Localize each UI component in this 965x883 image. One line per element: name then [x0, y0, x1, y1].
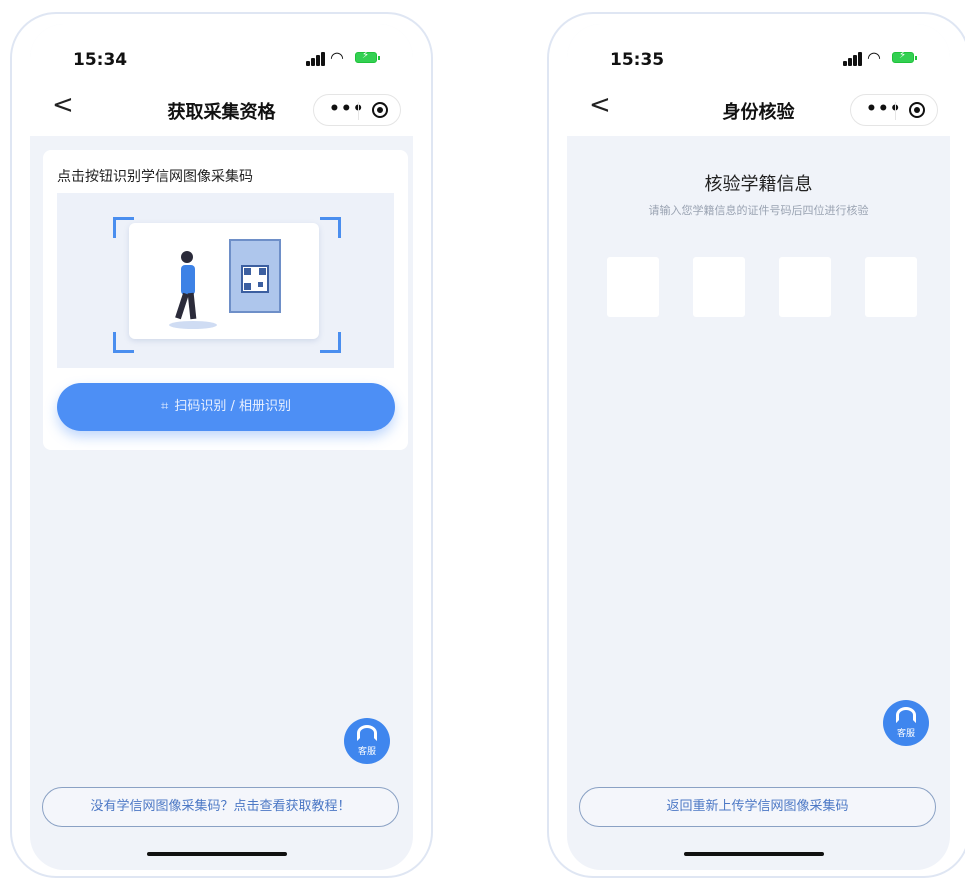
person-shadow	[169, 321, 217, 329]
scan-illustration	[57, 193, 394, 368]
scan-frame-corner	[320, 332, 341, 353]
close-miniprogram-icon[interactable]	[909, 102, 925, 118]
customer-service-label: 客服	[357, 747, 376, 757]
scan-icon: ⌗	[161, 399, 169, 414]
headset-icon	[896, 707, 916, 723]
capsule-divider	[358, 102, 359, 120]
person-leg	[187, 292, 197, 320]
status-bar: 15:34 ◠ ⚡	[30, 24, 413, 80]
screen-get-qualification: 15:34 ◠ ⚡ < 获取采集资格 ••• 点击按钮识别学信网图像采集码 ⌗ …	[30, 24, 413, 870]
screen-identity-verification: 15:35 ◠ ⚡ < 身份核验 ••• 核验学籍信息 请输入您学籍信息的证件号…	[567, 24, 950, 870]
scan-frame-corner	[320, 217, 341, 238]
scan-frame-corner	[113, 217, 134, 238]
headset-icon	[357, 725, 377, 741]
person-leg	[175, 292, 189, 320]
battery-icon: ⚡	[355, 50, 380, 63]
tutorial-link-button[interactable]: 没有学信网图像采集码？点击查看获取教程！	[42, 787, 399, 827]
signal-icon	[843, 52, 863, 66]
illustration-card	[129, 223, 319, 339]
card-title: 点击按钮识别学信网图像采集码	[57, 169, 253, 185]
mini-program-capsule: •••	[313, 94, 401, 126]
code-input-box[interactable]	[607, 257, 659, 317]
signal-icon	[306, 52, 326, 66]
home-indicator	[684, 852, 824, 856]
verify-title: 核验学籍信息	[704, 174, 813, 195]
more-icon[interactable]: •••	[866, 99, 902, 119]
scan-frame-corner	[113, 332, 134, 353]
battery-icon: ⚡	[892, 50, 917, 63]
status-time: 15:35	[610, 50, 665, 70]
phone-frame-right: 15:35 ◠ ⚡ < 身份核验 ••• 核验学籍信息 请输入您学籍信息的证件号…	[547, 12, 965, 878]
nav-bar: < 获取采集资格 •••	[30, 80, 413, 136]
qr-stand-image	[229, 239, 281, 313]
home-indicator	[147, 852, 287, 856]
phone-frame-left: 15:34 ◠ ⚡ < 获取采集资格 ••• 点击按钮识别学信网图像采集码 ⌗ …	[10, 12, 433, 878]
verify-subtitle: 请输入您学籍信息的证件号码后四位进行核验	[648, 204, 869, 217]
more-icon[interactable]: •••	[329, 99, 365, 119]
scan-card: 点击按钮识别学信网图像采集码 ⌗ 扫码识别 / 相册识别	[43, 150, 408, 450]
scan-button-label: 扫码识别 / 相册识别	[174, 399, 291, 414]
capsule-divider	[895, 102, 896, 120]
mini-program-capsule: •••	[850, 94, 938, 126]
code-input-box[interactable]	[865, 257, 917, 317]
qr-code-icon	[241, 265, 269, 293]
customer-service-button[interactable]: 客服	[883, 700, 929, 746]
person-head	[181, 251, 193, 263]
code-input-box[interactable]	[779, 257, 831, 317]
wifi-icon: ◠	[867, 48, 881, 67]
status-bar: 15:35 ◠ ⚡	[567, 24, 950, 80]
wifi-icon: ◠	[330, 48, 344, 67]
nav-bar: < 身份核验 •••	[567, 80, 950, 136]
person-body	[181, 265, 195, 295]
customer-service-button[interactable]: 客服	[344, 718, 390, 764]
status-time: 15:34	[73, 50, 128, 70]
scan-recognize-button[interactable]: ⌗ 扫码识别 / 相册识别	[57, 383, 395, 431]
close-miniprogram-icon[interactable]	[372, 102, 388, 118]
reupload-button[interactable]: 返回重新上传学信网图像采集码	[579, 787, 936, 827]
customer-service-label: 客服	[896, 729, 915, 739]
code-input-box[interactable]	[693, 257, 745, 317]
